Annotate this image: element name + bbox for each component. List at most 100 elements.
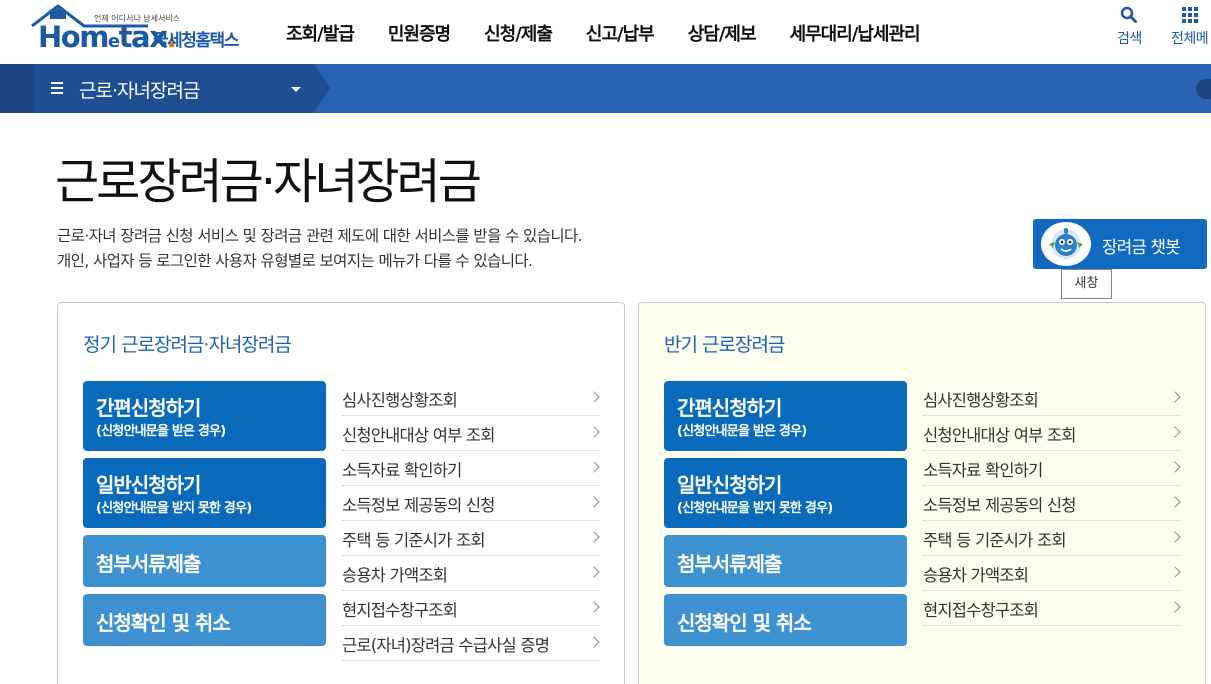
- search-icon: [1121, 6, 1138, 23]
- description-line: 개인, 사업자 등 로그인한 사용자 유형별로 보여지는 메뉴가 다를 수 있습…: [57, 252, 533, 270]
- link-review-status[interactable]: 심사진행상황조회: [923, 381, 1181, 416]
- nav-item-tax-agent[interactable]: 세무대리/납세관리: [790, 20, 921, 46]
- nav-item-filing-payment[interactable]: 신고/납부: [586, 20, 655, 46]
- global-nav: 조회/발급 민원증명 신청/제출 신고/납부 상담/제보 세무대리/납세관리: [286, 20, 954, 46]
- link-housing-price[interactable]: 주택 등 기준시가 조회: [923, 521, 1181, 556]
- nav-item-certificates[interactable]: 민원증명: [388, 20, 451, 46]
- button-label: 신청확인 및 취소: [96, 611, 231, 635]
- submit-documents-button[interactable]: 첨부서류제출: [83, 535, 326, 587]
- button-label: 일반신청하기: [677, 473, 782, 497]
- button-label: 신청확인 및 취소: [677, 611, 812, 635]
- nav-item-consulting[interactable]: 상담/제보: [688, 20, 757, 46]
- general-apply-button[interactable]: 일반신청하기 (신청안내문을 받지 못한 경우): [664, 458, 907, 528]
- all-menu-button[interactable]: 전체메: [1171, 6, 1209, 48]
- header: 언제 어디서나 납세서비스 Hometax. 국세청홈택스 조회/발급 민원증명…: [0, 0, 1211, 64]
- link-housing-price[interactable]: 주택 등 기준시가 조회: [342, 521, 600, 556]
- chevron-right-icon: [1169, 426, 1181, 438]
- link-label: 심사진행상황조회: [342, 391, 458, 410]
- chatbot-button[interactable]: 장려금 챗봇: [1033, 219, 1207, 269]
- chevron-right-icon: [1169, 566, 1181, 578]
- chevron-right-icon: [588, 566, 600, 578]
- regular-incentive-panel: 정기 근로장려금·자녀장려금 간편신청하기 (신청안내문을 받은 경우) 일반신…: [57, 302, 625, 684]
- sub-nav-bar: 근로·자녀장려금: [0, 64, 1211, 113]
- page-description: 근로·자녀 장려금 신청 서비스 및 장려금 관련 제도에 대한 서비스를 받을…: [57, 224, 583, 274]
- link-label: 소득자료 확인하기: [342, 461, 462, 480]
- panel-title: 정기 근로장려금·자녀장려금: [83, 334, 292, 356]
- button-sublabel: (신청안내문을 받은 경우): [677, 424, 807, 439]
- link-review-status[interactable]: 심사진행상황조회: [342, 381, 600, 416]
- chevron-right-icon: [588, 461, 600, 473]
- semiannual-incentive-panel: 반기 근로장려금 간편신청하기 (신청안내문을 받은 경우) 일반신청하기 (신…: [638, 302, 1206, 684]
- link-label: 소득자료 확인하기: [923, 461, 1043, 480]
- general-apply-button[interactable]: 일반신청하기 (신청안내문을 받지 못한 경우): [83, 458, 326, 528]
- chevron-right-icon: [588, 496, 600, 508]
- link-income-data[interactable]: 소득자료 확인하기: [923, 451, 1181, 486]
- subbar-home-area: [0, 64, 34, 113]
- link-car-value[interactable]: 승용차 가액조회: [923, 556, 1181, 591]
- chevron-right-icon: [1169, 461, 1181, 473]
- new-window-tooltip: 새창: [1061, 269, 1112, 299]
- confirm-cancel-button[interactable]: 신청확인 및 취소: [83, 594, 326, 646]
- link-label: 현지접수창구조회: [923, 601, 1039, 620]
- logo-wordmark-part: Hom: [38, 20, 109, 54]
- link-label: 신청안내대상 여부 조회: [342, 426, 496, 445]
- logo-korean-name: 국세청홈택스: [153, 31, 239, 51]
- link-label: 주택 등 기준시가 조회: [342, 531, 486, 550]
- chevron-right-icon: [1169, 601, 1181, 613]
- quick-links-list: 심사진행상황조회 신청안내대상 여부 조회 소득자료 확인하기 소득정보 제공동…: [923, 381, 1181, 626]
- logo-wordmark-e: e: [107, 31, 120, 52]
- chevron-right-icon: [588, 426, 600, 438]
- simple-apply-button[interactable]: 간편신청하기 (신청안내문을 받은 경우): [83, 381, 326, 451]
- link-income-consent[interactable]: 소득정보 제공동의 신청: [342, 486, 600, 521]
- link-income-data[interactable]: 소득자료 확인하기: [342, 451, 600, 486]
- link-local-desk[interactable]: 현지접수창구조회: [923, 591, 1181, 626]
- category-dropdown-label: 근로·자녀장려금: [79, 80, 200, 102]
- hometax-logo[interactable]: 언제 어디서나 납세서비스 Hometax. 국세청홈택스: [30, 4, 262, 56]
- button-sublabel: (신청안내문을 받지 못한 경우): [677, 501, 833, 516]
- button-label: 첨부서류제출: [96, 552, 201, 576]
- link-label: 신청안내대상 여부 조회: [923, 426, 1077, 445]
- quick-links-list: 심사진행상황조회 신청안내대상 여부 조회 소득자료 확인하기 소득정보 제공동…: [342, 381, 600, 661]
- button-label: 첨부서류제출: [677, 552, 782, 576]
- link-car-value[interactable]: 승용차 가액조회: [342, 556, 600, 591]
- link-label: 소득정보 제공동의 신청: [342, 496, 496, 515]
- simple-apply-button[interactable]: 간편신청하기 (신청안내문을 받은 경우): [664, 381, 907, 451]
- all-menu-label: 전체메: [1171, 31, 1209, 47]
- link-local-desk[interactable]: 현지접수창구조회: [342, 591, 600, 626]
- button-label: 일반신청하기: [96, 473, 201, 497]
- nav-item-application[interactable]: 신청/제출: [484, 20, 553, 46]
- chevron-right-icon: [588, 531, 600, 543]
- search-label: 검색: [1117, 31, 1142, 47]
- link-label: 승용차 가액조회: [923, 566, 1029, 585]
- chatbot-label: 장려금 챗봇: [1102, 238, 1181, 258]
- submit-documents-button[interactable]: 첨부서류제출: [664, 535, 907, 587]
- link-eligibility-check[interactable]: 신청안내대상 여부 조회: [923, 416, 1181, 451]
- link-label: 주택 등 기준시가 조회: [923, 531, 1067, 550]
- chevron-right-icon: [1169, 531, 1181, 543]
- subbar-right-control[interactable]: [1196, 79, 1211, 99]
- button-label: 간편신청하기: [677, 396, 782, 420]
- chevron-right-icon: [588, 391, 600, 403]
- chevron-right-icon: [1169, 496, 1181, 508]
- link-eligibility-check[interactable]: 신청안내대상 여부 조회: [342, 416, 600, 451]
- link-income-consent[interactable]: 소득정보 제공동의 신청: [923, 486, 1181, 521]
- caret-down-icon: [291, 87, 301, 92]
- link-label: 심사진행상황조회: [923, 391, 1039, 410]
- page-title: 근로장려금·자녀장려금: [55, 154, 482, 210]
- button-label: 간편신청하기: [96, 396, 201, 420]
- search-button[interactable]: 검색: [1117, 6, 1142, 48]
- link-label: 근로(자녀)장려금 수급사실 증명: [342, 636, 550, 655]
- chevron-right-icon: [1169, 391, 1181, 403]
- link-receipt-certificate[interactable]: 근로(자녀)장려금 수급사실 증명: [342, 626, 600, 661]
- confirm-cancel-button[interactable]: 신청확인 및 취소: [664, 594, 907, 646]
- nav-item-inquiry[interactable]: 조회/발급: [286, 20, 355, 46]
- subbar-arrow-divider: [314, 64, 330, 112]
- link-label: 현지접수창구조회: [342, 601, 458, 620]
- description-line: 근로·자녀 장려금 신청 서비스 및 장려금 관련 제도에 대한 서비스를 받을…: [57, 227, 583, 245]
- button-sublabel: (신청안내문을 받은 경우): [96, 424, 226, 439]
- hamburger-icon: [51, 82, 63, 97]
- button-sublabel: (신청안내문을 받지 못한 경우): [96, 501, 252, 516]
- link-label: 승용차 가액조회: [342, 566, 448, 585]
- chatbot-robot-icon: [1041, 222, 1091, 266]
- grid-menu-icon: [1181, 7, 1198, 23]
